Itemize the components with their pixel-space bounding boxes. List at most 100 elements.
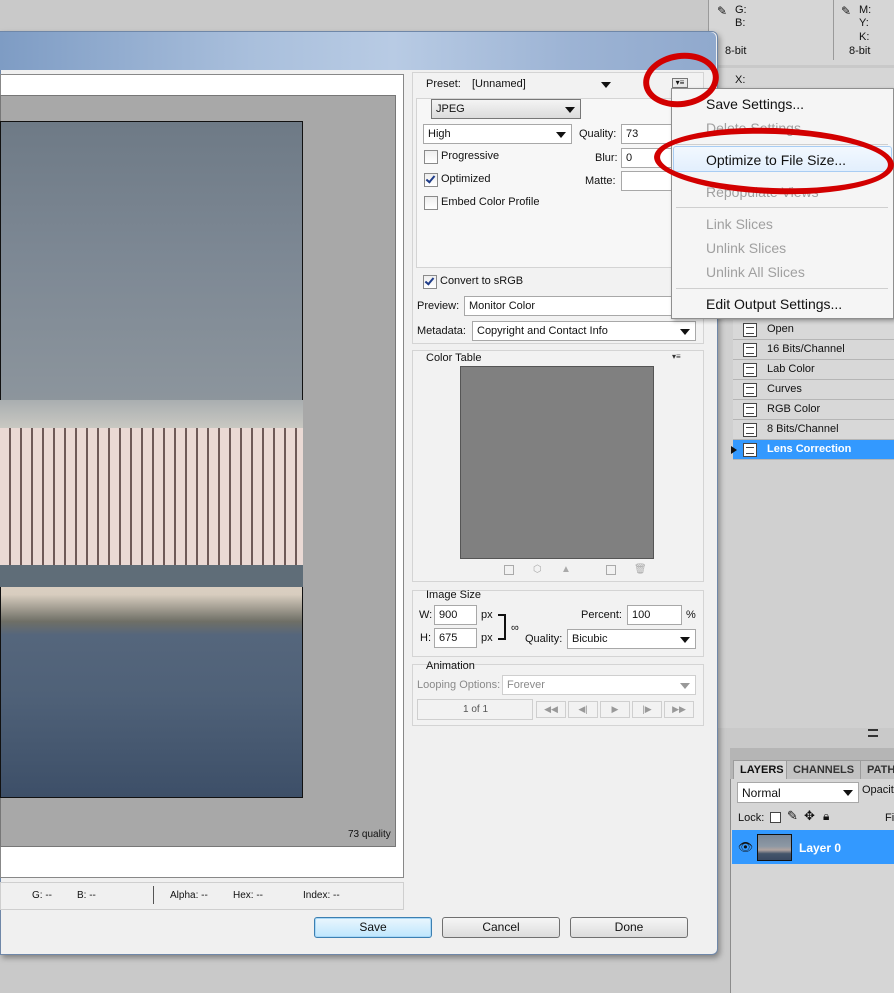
cancel-button[interactable]: Cancel (442, 917, 560, 938)
opacity-label: Opacit (862, 784, 894, 796)
history-item[interactable]: 8 Bits/Channel (733, 420, 894, 440)
tab-channels[interactable]: CHANNELS (786, 760, 862, 779)
tab-paths[interactable]: PATH (860, 760, 894, 779)
history-item-selected[interactable]: Lens Correction (733, 440, 894, 460)
looping-label: Looping Options: (417, 679, 501, 691)
blur-label: Blur: (595, 152, 618, 164)
progressive-label: Progressive (441, 150, 500, 162)
lock-color-icon[interactable]: ▲ (561, 564, 571, 575)
history-snapshot-icon (743, 363, 757, 377)
preview-select[interactable]: Monitor Color (464, 296, 696, 316)
lock-move-icon[interactable]: ✥ (804, 808, 815, 824)
history-snapshot-icon (743, 423, 757, 437)
metadata-select[interactable]: Copyright and Contact Info (472, 321, 696, 341)
resample-quality-label: Quality: (525, 633, 563, 645)
done-button[interactable]: Done (570, 917, 688, 938)
width-label: W: (419, 609, 433, 621)
history-snapshot-icon (743, 383, 757, 397)
constrain-bracket (498, 614, 506, 640)
constrain-link-icon[interactable]: ∞ (511, 622, 519, 634)
info-k-label: K: (859, 31, 870, 43)
preview-building (0, 420, 303, 570)
eyedropper-icon: ✎ (717, 4, 728, 18)
history-snapshot-icon (743, 343, 757, 357)
history-item[interactable]: 16 Bits/Channel (733, 340, 894, 360)
web-shift-icon[interactable]: ⬡ (533, 564, 542, 575)
height-unit: px (481, 632, 493, 644)
history-item[interactable]: Curves (733, 380, 894, 400)
info-bit-right: 8-bit (849, 45, 871, 57)
progressive-checkbox[interactable] (424, 150, 438, 164)
embed-profile-checkbox[interactable] (424, 196, 438, 210)
eyedropper-icon: ✎ (841, 4, 852, 18)
quality-preset-select[interactable]: High (423, 124, 572, 144)
layer-thumbnail (757, 834, 792, 861)
blend-mode-select[interactable]: Normal (737, 782, 859, 803)
info-bit-left: 8-bit (725, 45, 747, 57)
previous-frame-button[interactable]: ◀| (568, 701, 598, 718)
tab-layers[interactable]: LAYERS (733, 760, 791, 779)
menu-separator (676, 207, 888, 208)
frame-counter: 1 of 1 (463, 704, 489, 715)
status-index: Index: -- (303, 890, 340, 901)
info-panel: ✎ G: B: 8-bit ✎ M: Y: K: 8-bit (708, 0, 894, 65)
panel-menu-icon[interactable] (868, 729, 878, 737)
status-alpha: Alpha: -- (170, 890, 208, 901)
fill-label: Fi (885, 812, 894, 824)
height-input[interactable]: 675 (434, 628, 477, 648)
status-divider (153, 886, 154, 904)
history-snapshot-icon (743, 403, 757, 417)
menu-unlink-slices: Unlink Slices (706, 240, 787, 256)
convert-srgb-checkbox[interactable] (423, 275, 437, 289)
first-frame-button[interactable]: ◀◀ (536, 701, 566, 718)
quality-label: Quality: (579, 128, 617, 140)
info-m-label: M: (859, 4, 872, 16)
embed-profile-label: Embed Color Profile (441, 196, 540, 208)
menu-separator (676, 288, 888, 289)
lock-transparency-icon[interactable] (770, 812, 781, 823)
layer-name: Layer 0 (799, 841, 842, 855)
menu-edit-output-settings[interactable]: Edit Output Settings... (706, 296, 842, 312)
looping-select[interactable]: Forever (502, 675, 696, 695)
lock-label: Lock: (738, 812, 765, 824)
menu-link-slices: Link Slices (706, 216, 773, 232)
metadata-label: Metadata: (417, 325, 466, 337)
history-item[interactable]: RGB Color (733, 400, 894, 420)
menu-save-settings[interactable]: Save Settings... (706, 96, 804, 112)
preview-roofs (0, 400, 303, 428)
preset-select[interactable]: [Unnamed] (467, 74, 617, 94)
menu-unlink-all-slices: Unlink All Slices (706, 264, 805, 280)
info-divider (833, 0, 834, 60)
lock-all-icon[interactable]: 🔒︎ (823, 809, 829, 824)
play-button[interactable]: ▶ (600, 701, 630, 718)
history-item[interactable]: Open (733, 320, 894, 340)
optimized-checkbox[interactable] (424, 173, 438, 187)
color-table-menu-icon[interactable]: ▾≡ (672, 352, 681, 361)
height-label: H: (420, 632, 431, 644)
lock-brush-icon[interactable]: ✎ (787, 808, 798, 824)
percent-sign: % (686, 609, 696, 621)
trash-icon[interactable]: 🗑︎ (634, 564, 647, 575)
status-hex: Hex: -- (233, 890, 263, 901)
dialog-titlebar (0, 32, 716, 70)
format-select[interactable]: JPEG (431, 99, 581, 119)
animation-title: Animation (426, 660, 475, 672)
percent-input[interactable]: 100 (627, 605, 682, 625)
map-transparency-icon[interactable] (504, 565, 514, 575)
new-color-icon[interactable] (606, 565, 616, 575)
next-frame-button[interactable]: |▶ (632, 701, 662, 718)
save-button[interactable]: Save (314, 917, 432, 938)
visibility-eye-icon[interactable]: 👁︎ (738, 840, 753, 854)
width-input[interactable]: 900 (434, 605, 477, 625)
preview-quay (0, 565, 303, 587)
info-y-label: Y: (859, 17, 869, 29)
history-snapshot-icon (743, 443, 757, 457)
color-table-title: Color Table (426, 352, 482, 364)
resample-quality-select[interactable]: Bicubic (567, 629, 696, 649)
width-unit: px (481, 609, 493, 621)
history-item[interactable]: Lab Color (733, 360, 894, 380)
last-frame-button[interactable]: ▶▶ (664, 701, 694, 718)
image-size-title: Image Size (426, 589, 482, 601)
percent-label: Percent: (581, 609, 622, 621)
history-state-marker-icon (731, 446, 737, 454)
